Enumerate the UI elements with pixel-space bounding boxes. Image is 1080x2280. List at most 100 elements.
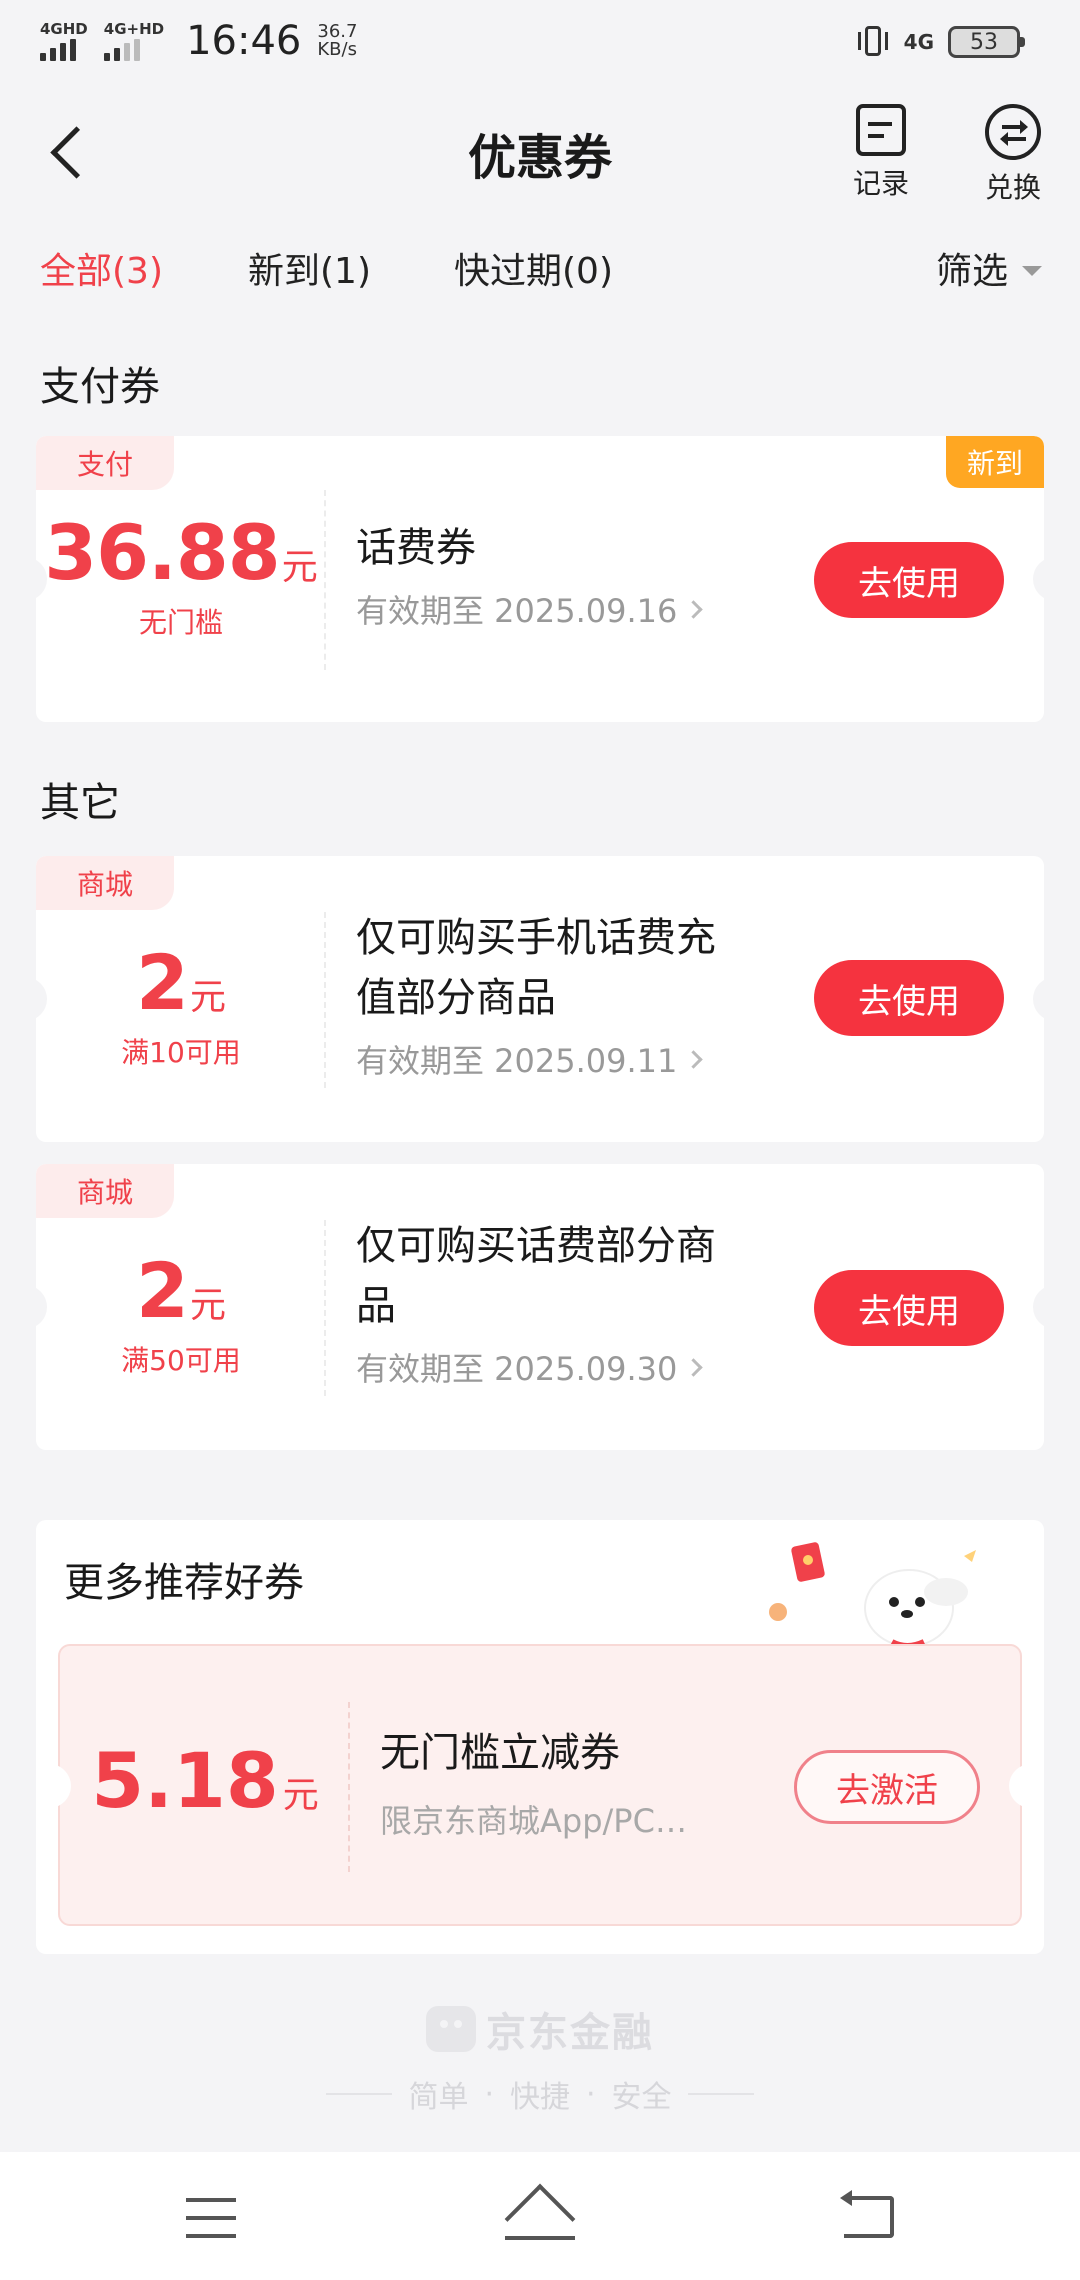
record-icon (856, 104, 906, 156)
card-notch (1033, 977, 1044, 1021)
card-notch (1033, 1285, 1044, 1329)
card-notch (1033, 557, 1044, 601)
recommend-title: 更多推荐好券 (64, 1560, 304, 1606)
amount-unit: 元 (281, 547, 318, 588)
record-button[interactable]: 记录 (836, 104, 926, 202)
recommend-desc: 限京东商城App/PC… (380, 1802, 687, 1840)
amount-unit: 元 (189, 1285, 226, 1326)
amount-unit: 元 (189, 977, 226, 1018)
net-speed-unit: KB/s (317, 39, 357, 60)
brand-row: 京东金融 (426, 2000, 654, 2058)
chevron-right-icon (684, 599, 704, 619)
use-button[interactable]: 去使用 (814, 542, 1004, 618)
coupon-expiry-link[interactable]: 有效期至 2025.09.11 (356, 1036, 776, 1082)
coupon-amount: 2 元 (136, 938, 226, 1027)
menu-icon[interactable] (186, 2198, 236, 2238)
back-nav-icon[interactable] (840, 2190, 894, 2238)
mascot-illustration (769, 1542, 976, 1649)
slogan-separator: · (586, 2076, 596, 2112)
coupon-amount: 2 元 (136, 1246, 226, 1335)
coupon-expiry: 有效期至 2025.09.11 (356, 1042, 678, 1080)
slogan-separator: · (484, 2076, 494, 2112)
coupon-expiry-link[interactable]: 有效期至 2025.09.30 (356, 1344, 776, 1390)
divider (324, 1220, 326, 1396)
exchange-label: 兑换 (984, 171, 1041, 204)
coupon-card: 商城 2 元 满10可用 仅可购买手机话费充 值部分商品 有效期至 2025.0… (36, 856, 1044, 1142)
section-title-payment: 支付券 (40, 364, 160, 410)
coupon-name: 话费券 (356, 525, 476, 571)
slogan-word: 快捷 (510, 2080, 570, 2115)
tab-bar: 全部(3) 新到(1) 快过期(0) 筛选 (0, 230, 1080, 310)
system-nav-bar (0, 2152, 1080, 2280)
filter-label: 筛选 (935, 251, 1008, 292)
exchange-icon (985, 104, 1041, 160)
battery-level: 53 (970, 29, 998, 55)
home-icon[interactable] (504, 2183, 576, 2255)
divider (348, 1702, 350, 1872)
recommend-amount: 5.18 元 (60, 1736, 350, 1825)
coupon-expiry: 有效期至 2025.09.16 (356, 592, 678, 630)
exchange-button[interactable]: 兑换 (968, 104, 1058, 206)
header: 优惠券 记录 兑换 (0, 88, 1080, 218)
recommend-info: 无门槛立减券 限京东商城App/PC… (380, 1720, 740, 1842)
divider (324, 490, 326, 670)
chevron-right-icon (684, 1357, 704, 1377)
tab-all[interactable]: 全部(3) (40, 242, 163, 294)
amount-value: 2 (136, 1246, 189, 1335)
tab-new[interactable]: 新到(1) (248, 242, 371, 294)
coupon-amount-block: 2 元 满50可用 (36, 1246, 326, 1379)
tab-expiring[interactable]: 快过期(0) (454, 242, 613, 294)
jd-finance-logo-icon (426, 2006, 476, 2052)
coupon-tag: 商城 (36, 1164, 174, 1218)
coupon-expiry: 有效期至 2025.09.30 (356, 1350, 678, 1388)
divider-line (687, 2093, 754, 2095)
card-notch (1009, 1764, 1031, 1808)
use-button[interactable]: 去使用 (814, 1270, 1004, 1346)
use-button[interactable]: 去使用 (814, 960, 1004, 1036)
caret-down-icon (1022, 266, 1042, 276)
coupon-name-line2: 品 (356, 1283, 396, 1329)
battery-icon: 53 (948, 26, 1025, 58)
footer-brand: 京东金融 简单 · 快捷 · 安全 (0, 2000, 1080, 2116)
coupon-amount: 36.88 元 (44, 508, 317, 597)
activate-button[interactable]: 去激活 (794, 1750, 980, 1824)
section-title-other: 其它 (40, 780, 120, 826)
sim2-signal-icon: 4G+HD (103, 19, 165, 61)
slogan-word: 简单 (408, 2080, 469, 2115)
network-type: 4G (903, 30, 934, 54)
clock: 16:46 (186, 18, 302, 64)
amount-value: 2 (136, 938, 189, 1027)
filter-button[interactable]: 筛选 (936, 242, 1042, 294)
status-left: 4GHD 4G+HD 16:46 36.7 KB/s (40, 18, 357, 64)
coupon-info: 仅可购买手机话费充 值部分商品 有效期至 2025.09.11 (356, 908, 776, 1082)
coupon-amount-block: 2 元 满10可用 (36, 938, 326, 1071)
coupon-tag: 支付 (36, 436, 174, 490)
recommend-name: 无门槛立减券 (380, 1730, 620, 1776)
recommend-coupon: 5.18 元 无门槛立减券 限京东商城App/PC… 去激活 (49, 1644, 1031, 1926)
brand-name: 京东金融 (486, 2010, 654, 2056)
coupon-expiry-link[interactable]: 有效期至 2025.09.16 (356, 586, 776, 632)
sim2-label: 4G+HD (103, 19, 165, 38)
coupon-name: 仅可购买话费部分商 (356, 1223, 716, 1269)
vibrate-icon (856, 22, 890, 62)
coupon-condition: 满50可用 (121, 1344, 241, 1377)
amount-unit: 元 (282, 1775, 319, 1816)
coupon-info: 话费券 有效期至 2025.09.16 (356, 518, 776, 632)
coupon-tag: 商城 (36, 856, 174, 910)
divider-line (326, 2093, 393, 2095)
coupon-card: 商城 2 元 满50可用 仅可购买话费部分商 品 有效期至 2025.09.30… (36, 1164, 1044, 1450)
new-badge: 新到 (946, 436, 1044, 488)
coupon-condition: 满10可用 (121, 1036, 241, 1069)
record-label: 记录 (852, 167, 909, 200)
brand-slogan: 简单 · 快捷 · 安全 (326, 2072, 754, 2116)
status-right: 4G 53 (856, 22, 1025, 62)
coupon-card: 支付 新到 36.88 元 无门槛 话费券 有效期至 2025.09.16 去使… (36, 436, 1044, 722)
slogan-word: 安全 (611, 2080, 672, 2115)
amount-value: 5.18 (91, 1736, 279, 1825)
chevron-right-icon (684, 1049, 704, 1069)
divider (324, 912, 326, 1088)
recommend-card: 更多推荐好券 5.18 元 无门槛立减券 限京东商城App/PC… 去激活 (36, 1520, 1044, 1954)
sim1-signal-icon: 4GHD (40, 21, 88, 61)
coupon-name: 仅可购买手机话费充 (356, 915, 716, 961)
coupon-amount-block: 36.88 元 无门槛 (36, 508, 326, 641)
